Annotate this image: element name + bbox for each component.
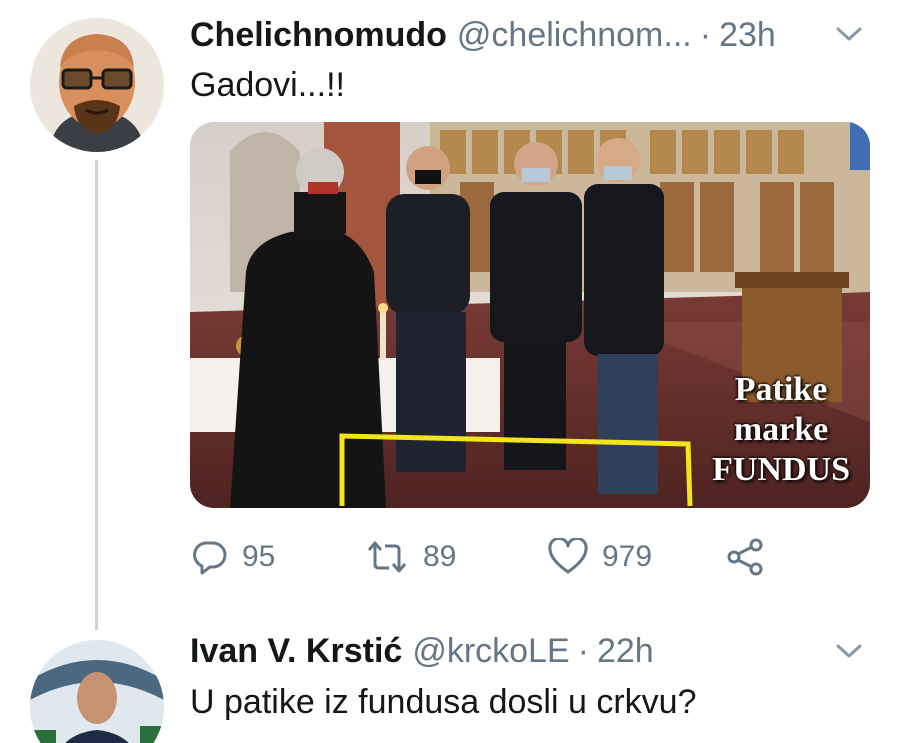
user-handle[interactable]: @krckoLE bbox=[412, 632, 569, 671]
separator-dot: · bbox=[699, 16, 712, 54]
retweet-count: 89 bbox=[423, 540, 457, 573]
image-overlay-caption: Patike marke FUNDUS bbox=[712, 370, 850, 490]
share-icon bbox=[727, 538, 763, 576]
reply-icon bbox=[193, 541, 227, 575]
like-button[interactable]: 979 bbox=[548, 534, 652, 580]
like-count: 979 bbox=[602, 540, 653, 573]
caption-line: marke bbox=[733, 411, 829, 448]
timestamp[interactable]: 22h bbox=[597, 632, 654, 671]
separator-dot: · bbox=[577, 632, 589, 670]
reply-count: 95 bbox=[242, 540, 276, 573]
thread-connector-line bbox=[95, 160, 98, 630]
caption-line: Patike bbox=[734, 371, 828, 408]
avatar[interactable] bbox=[30, 18, 164, 152]
tweet-actions: 95 89 979 bbox=[190, 534, 810, 580]
timestamp[interactable]: 23h bbox=[719, 16, 776, 55]
reply-button[interactable]: 95 bbox=[190, 534, 275, 580]
retweet-button[interactable]: 89 bbox=[365, 534, 456, 580]
tweet-header: Ivan V. Krstić @krckoLE · 22h bbox=[190, 632, 654, 671]
chevron-down-icon[interactable] bbox=[834, 24, 864, 44]
share-button[interactable] bbox=[726, 534, 766, 580]
chevron-down-icon[interactable] bbox=[834, 641, 864, 661]
avatar[interactable] bbox=[30, 640, 164, 743]
caption-line: FUNDUS bbox=[712, 451, 850, 488]
avatar-photo bbox=[30, 640, 164, 743]
tweet-text: U patike iz fundusa dosli u crkvu? bbox=[190, 683, 697, 721]
tweet-text: Gadovi...!! bbox=[190, 66, 345, 104]
tweet-header: Chelichnomudo @chelichnom... · 23h bbox=[190, 16, 776, 55]
retweet-icon bbox=[367, 541, 407, 573]
display-name[interactable]: Chelichnomudo bbox=[190, 16, 447, 55]
heart-icon bbox=[548, 538, 588, 574]
avatar-illustration bbox=[30, 18, 164, 152]
user-handle[interactable]: @chelichnom... bbox=[457, 16, 692, 55]
display-name[interactable]: Ivan V. Krstić bbox=[190, 632, 402, 671]
tweet-photo[interactable]: Patike marke FUNDUS bbox=[190, 122, 870, 508]
